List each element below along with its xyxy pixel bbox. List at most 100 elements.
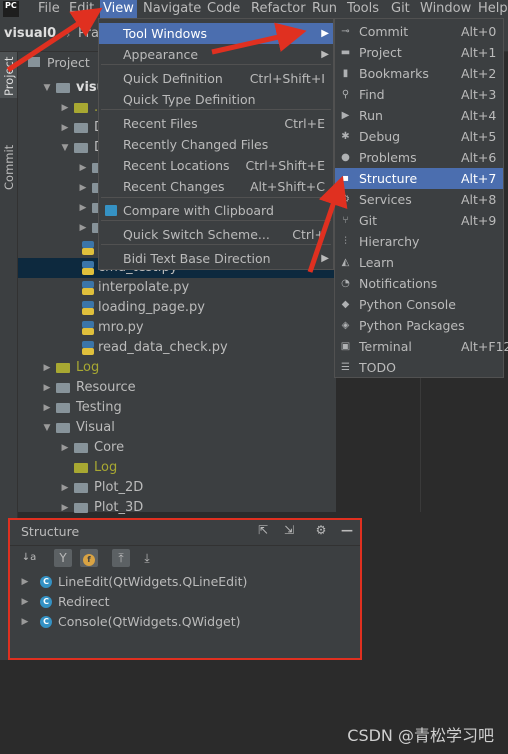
tool-window-item[interactable]: ◈ Python Packages	[335, 315, 503, 336]
view-menu-item[interactable]: Quick Definition Ctrl+Shift+I	[99, 68, 333, 89]
chevron-down-icon[interactable]: ▼	[42, 418, 52, 438]
chevron-right-icon[interactable]: ▶	[78, 178, 88, 198]
menu-help[interactable]: Help	[478, 0, 508, 18]
breadcrumb-separator-icon: ›	[66, 28, 71, 41]
tool-window-item[interactable]: ● Problems Alt+6	[335, 147, 503, 168]
menu-window[interactable]: Window	[420, 0, 471, 18]
tool-window-item[interactable]: ☰ TODO	[335, 357, 503, 378]
tree-folder-row[interactable]: ▶ Log	[18, 358, 336, 378]
chevron-right-icon[interactable]: ▶	[60, 98, 70, 118]
menu-item-shortcut: Ctrl+Shift+E	[245, 158, 326, 173]
chevron-down-icon[interactable]: ▼	[42, 78, 52, 98]
menu-item-shortcut: Alt+4	[461, 108, 497, 123]
tool-window-item[interactable]: ◆ Python Console	[335, 294, 503, 315]
tree-file-row[interactable]: interpolate.py	[18, 278, 336, 298]
folder-icon	[74, 143, 88, 153]
tree-folder-row[interactable]: ▶ Core	[18, 438, 336, 458]
services-icon: ⚙	[341, 194, 350, 205]
menu-item-label: Recent Files	[123, 116, 198, 131]
chevron-right-icon[interactable]: ▶	[60, 478, 70, 498]
tree-file-row[interactable]: loading_page.py	[18, 298, 336, 318]
tool-window-item[interactable]: ▬ Project Alt+1	[335, 42, 503, 63]
tree-folder-row[interactable]: ▶ Testing	[18, 398, 336, 418]
chevron-right-icon[interactable]: ▶	[42, 398, 52, 418]
tool-window-item[interactable]: ▪ Structure Alt+7	[335, 168, 503, 189]
tool-window-item[interactable]: ◭ Learn	[335, 252, 503, 273]
tool-window-item[interactable]: ✱ Debug Alt+5	[335, 126, 503, 147]
view-menu-item[interactable]: Recent Files Ctrl+E	[99, 113, 333, 134]
chevron-right-icon[interactable]: ▶	[60, 118, 70, 138]
menu-edit[interactable]: Edit	[69, 0, 94, 18]
tab-commit[interactable]: Commit	[0, 132, 17, 194]
view-menu-item[interactable]: Quick Switch Scheme... Ctrl+	[99, 224, 333, 245]
menu-item-shortcut: Alt+F12	[461, 339, 508, 354]
folder-icon	[74, 503, 88, 513]
menu-file[interactable]: File	[38, 0, 60, 18]
tree-folder-row[interactable]: ▶ Resource	[18, 378, 336, 398]
folder-icon	[56, 403, 70, 413]
project-panel-header: Project	[47, 55, 90, 70]
breadcrumb-project[interactable]: visual0	[4, 26, 56, 41]
menu-run[interactable]: Run	[312, 0, 337, 18]
tree-folder-row[interactable]: Log	[18, 458, 336, 478]
tree-folder-row[interactable]: ▼ Visual	[18, 418, 336, 438]
tool-window-item[interactable]: ◔ Notifications	[335, 273, 503, 294]
tree-item-label: Log	[94, 460, 118, 475]
view-menu-item[interactable]: Compare with Clipboard	[99, 200, 333, 221]
menu-item-label: Find	[359, 87, 385, 102]
chevron-right-icon[interactable]: ▶	[42, 358, 52, 378]
tool-window-item[interactable]: ▶ Run Alt+4	[335, 105, 503, 126]
tool-window-item[interactable]: ⫶ Hierarchy	[335, 231, 503, 252]
chevron-right-icon[interactable]: ▶	[78, 198, 88, 218]
menu-refactor[interactable]: Refactor	[251, 0, 306, 18]
chevron-right-icon[interactable]: ▶	[60, 498, 70, 518]
chevron-right-icon[interactable]: ▶	[78, 158, 88, 178]
tab-project[interactable]: Project	[0, 52, 17, 98]
tree-folder-row[interactable]: ▶ Plot_3D	[18, 498, 336, 518]
view-menu-item[interactable]: Recent Locations Ctrl+Shift+E	[99, 155, 333, 176]
view-menu-item[interactable]: Appearance ▶	[99, 44, 333, 65]
structure-icon: ▪	[342, 173, 349, 184]
tree-file-row[interactable]: read_data_check.py	[18, 338, 336, 358]
folder-icon	[56, 83, 70, 93]
menu-item-label: Notifications	[359, 276, 438, 291]
menu-item-shortcut: Alt+3	[461, 87, 497, 102]
learn-icon: ◭	[341, 257, 350, 268]
tree-folder-row[interactable]: ▶ Plot_2D	[18, 478, 336, 498]
menu-item-shortcut: Ctrl+	[292, 227, 325, 242]
tool-windows-submenu: ⊸ Commit Alt+0 ▬ Project Alt+1 ▮ Bookmarks Alt+2…	[334, 18, 508, 378]
tree-item-label: Resource	[76, 380, 136, 395]
tree-item-label: Log	[76, 360, 100, 375]
view-menu-item[interactable]: Recent Changes Alt+Shift+C	[99, 176, 333, 197]
menu-item-label: Structure	[359, 171, 418, 186]
chevron-down-icon[interactable]: ▼	[60, 138, 70, 158]
folder-icon	[74, 483, 88, 493]
chevron-right-icon[interactable]: ▶	[78, 218, 88, 238]
menu-item-label: Run	[359, 108, 383, 123]
tool-window-item[interactable]: ▮ Bookmarks Alt+2	[335, 63, 503, 84]
menu-git[interactable]: Git	[391, 0, 410, 18]
tree-file-row[interactable]: mro.py	[18, 318, 336, 338]
view-menu-item[interactable]: Bidi Text Base Direction ▶	[99, 248, 333, 269]
tool-window-item[interactable]: ⚙ Services Alt+8	[335, 189, 503, 210]
tool-window-item[interactable]: ▣ Terminal Alt+F12	[335, 336, 508, 357]
tool-window-item[interactable]: ⚲ Find Alt+3	[335, 84, 503, 105]
tool-window-item[interactable]: ⊸ Commit Alt+0	[335, 21, 503, 42]
tool-window-item[interactable]: ⑂ Git Alt+9	[335, 210, 503, 231]
view-menu-item[interactable]: Quick Type Definition	[99, 89, 333, 110]
menu-item-label: Python Packages	[359, 318, 465, 333]
chevron-right-icon[interactable]: ▶	[42, 378, 52, 398]
menu-item-label: Quick Switch Scheme...	[123, 227, 270, 242]
tree-item-label: loading_page.py	[98, 300, 205, 315]
view-menu-item[interactable]: Recently Changed Files	[99, 134, 333, 155]
menu-item-label: Terminal	[359, 339, 412, 354]
commit-icon: ⊸	[341, 26, 350, 37]
chevron-right-icon[interactable]: ▶	[60, 438, 70, 458]
tree-item-label: Testing	[76, 400, 122, 415]
view-menu-item[interactable]: Tool Windows ▶	[99, 23, 333, 44]
menu-navigate[interactable]: Navigate	[143, 0, 201, 18]
menu-code[interactable]: Code	[207, 0, 240, 18]
menu-tools[interactable]: Tools	[347, 0, 379, 18]
menu-view[interactable]: View	[100, 0, 137, 18]
app-logo: PC	[3, 1, 19, 17]
